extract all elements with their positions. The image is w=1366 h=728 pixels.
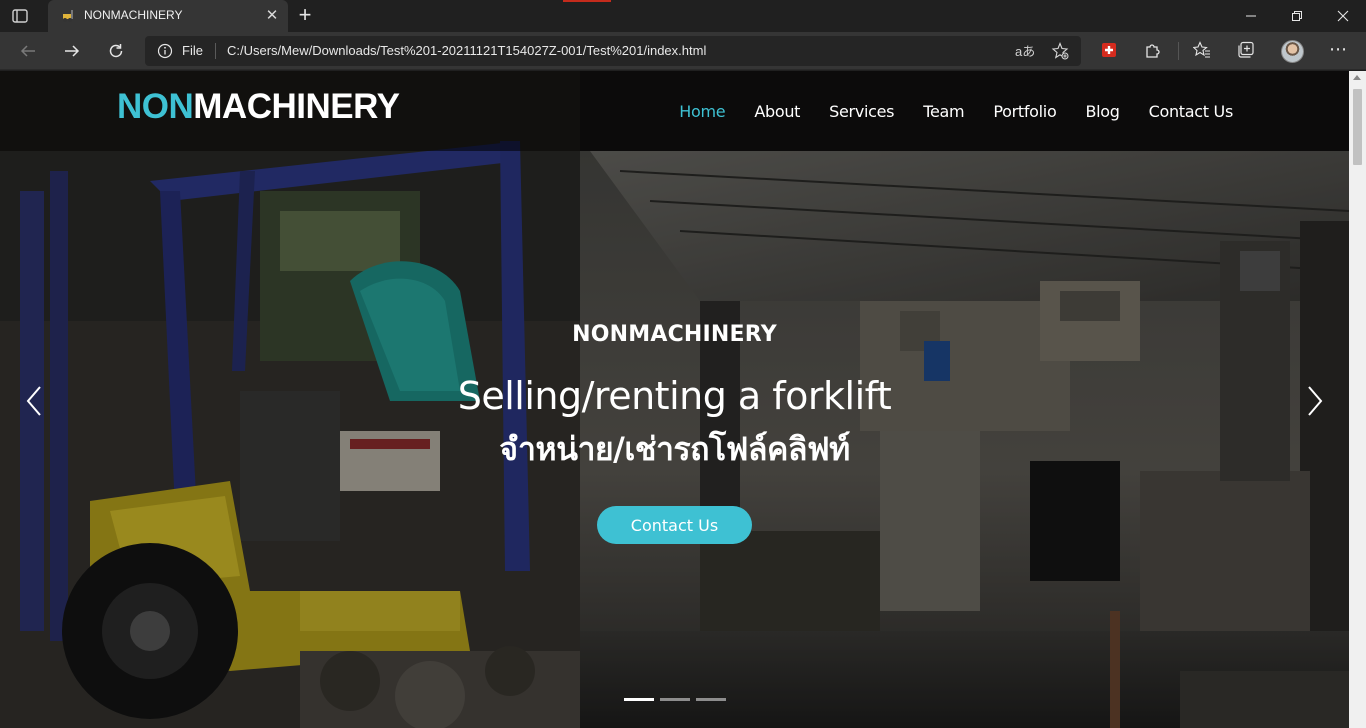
minimize-icon[interactable] (1228, 0, 1274, 32)
address-bar[interactable]: File C:/Users/Mew/Downloads/Test%201-202… (145, 36, 1081, 66)
nav-portfolio[interactable]: Portfolio (993, 102, 1056, 121)
browser-tab-active[interactable]: NONMACHINERY ✕ (48, 0, 288, 32)
tab-actions-icon[interactable] (10, 6, 30, 26)
favorites-icon[interactable] (1192, 40, 1212, 60)
carousel-next-icon[interactable] (1300, 381, 1330, 421)
refresh-icon[interactable] (104, 39, 128, 63)
media-indicator-strip (563, 0, 611, 2)
tab-title: NONMACHINERY (84, 8, 183, 22)
site-logo[interactable]: NONMACHINERY (117, 87, 400, 127)
carousel-indicators (624, 698, 726, 701)
read-aloud-icon[interactable]: aあ (1015, 41, 1035, 60)
browser-tab-strip: NONMACHINERY ✕ + (0, 0, 1366, 32)
hero-headline-en: Selling/renting a forklift (457, 374, 892, 418)
nav-contact-us[interactable]: Contact Us (1149, 102, 1234, 121)
page-viewport: NONMACHINERY Home About Services Team Po… (0, 71, 1366, 728)
page-scrollbar[interactable] (1349, 71, 1366, 728)
site-header: NONMACHINERY Home About Services Team Po… (0, 71, 1349, 151)
scroll-up-icon[interactable] (1353, 75, 1361, 80)
nav-blog[interactable]: Blog (1085, 102, 1119, 121)
extension-swiss-icon[interactable] (1099, 40, 1119, 60)
carousel-indicator-1[interactable] (624, 698, 654, 701)
address-divider (215, 43, 216, 59)
info-icon[interactable] (157, 43, 173, 59)
carousel-prev-icon[interactable] (19, 381, 49, 421)
new-tab-icon[interactable]: + (294, 4, 316, 27)
restore-icon[interactable] (1274, 0, 1320, 32)
back-icon[interactable] (16, 39, 40, 63)
nav-services[interactable]: Services (829, 102, 894, 121)
scheme-label: File (182, 43, 203, 58)
main-nav: Home About Services Team Portfolio Blog … (679, 102, 1233, 121)
carousel-indicator-2[interactable] (660, 698, 690, 701)
hero-brand: NONMACHINERY (572, 322, 777, 347)
carousel-indicator-3[interactable] (696, 698, 726, 701)
forward-icon[interactable] (60, 39, 84, 63)
profile-avatar[interactable] (1281, 40, 1304, 63)
tab-close-icon[interactable]: ✕ (262, 6, 282, 26)
logo-accent: NON (117, 87, 194, 126)
nav-about[interactable]: About (754, 102, 800, 121)
contact-us-button[interactable]: Contact Us (597, 506, 752, 544)
extensions-puzzle-icon[interactable] (1143, 40, 1163, 60)
url-text[interactable]: C:/Users/Mew/Downloads/Test%201-20211121… (227, 43, 706, 58)
close-window-icon[interactable] (1320, 0, 1366, 32)
hero-headline-th: จำหน่าย/เช่ารถโฟล์คลิฟท์ (499, 430, 850, 468)
add-favorite-icon[interactable] (1051, 42, 1069, 60)
collections-icon[interactable] (1236, 40, 1256, 60)
nav-home[interactable]: Home (679, 102, 725, 121)
logo-rest: MACHINERY (193, 87, 400, 126)
hero-carousel: NONMACHINERY Home About Services Team Po… (0, 71, 1349, 728)
forklift-favicon-icon (62, 9, 76, 23)
nav-team[interactable]: Team (923, 102, 964, 121)
scroll-thumb[interactable] (1353, 89, 1362, 165)
more-options-icon[interactable]: ⋯ (1328, 38, 1348, 62)
toolbar-divider (1178, 42, 1179, 60)
